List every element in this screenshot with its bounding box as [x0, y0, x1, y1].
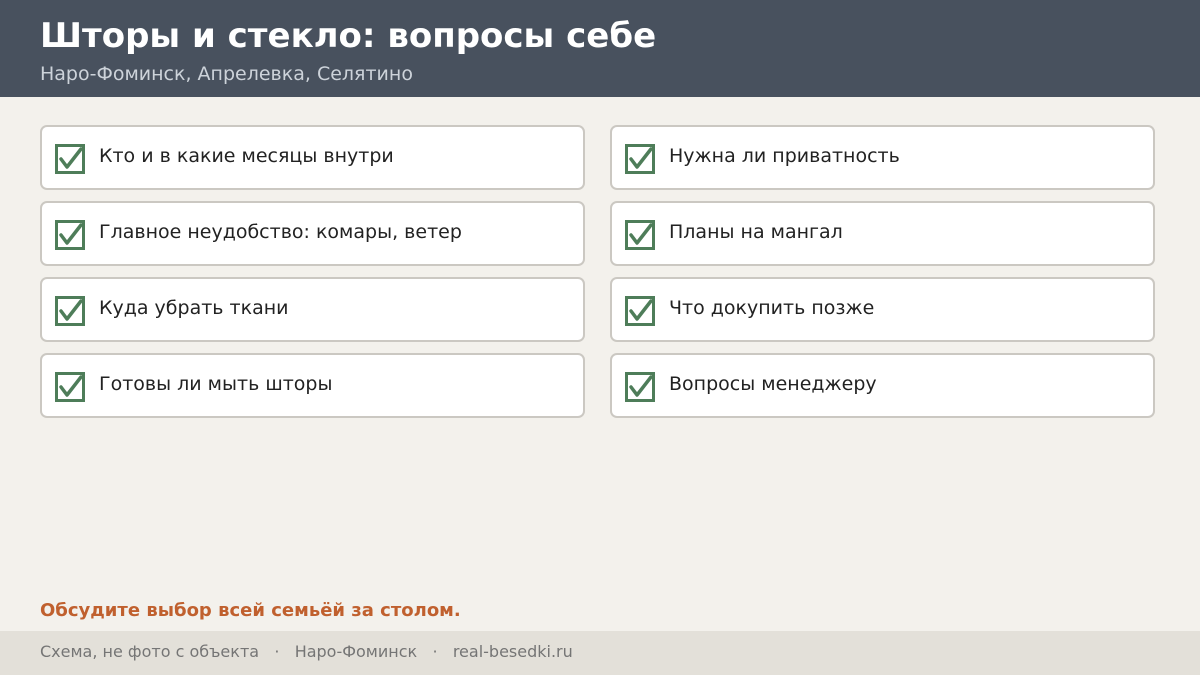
page-title: Шторы и стекло: вопросы себе: [40, 16, 657, 56]
infographic-page: Шторы и стекло: вопросы себе Наро-Фоминс…: [0, 0, 1200, 675]
page-subtitle: Наро-Фоминск, Апрелевка, Селятино: [40, 63, 413, 85]
checklist-item: Планы на мангал: [610, 201, 1155, 266]
checklist-item: Готовы ли мыть шторы: [40, 353, 585, 418]
checklist-item: Вопросы менеджеру: [610, 353, 1155, 418]
checked-checkbox-icon: [55, 144, 85, 174]
checklist-item-label: Куда убрать ткани: [99, 297, 289, 319]
footer-line: Схема, не фото с объекта · Наро-Фоминск …: [40, 641, 573, 663]
footer-separator: ·: [264, 642, 290, 661]
checklist-item: Что докупить позже: [610, 277, 1155, 342]
checklist-item: Кто и в какие месяцы внутри: [40, 125, 585, 190]
checklist-item: Нужна ли приватность: [610, 125, 1155, 190]
footer-caption: Схема, не фото с объекта: [40, 642, 260, 661]
checklist-item-label: Кто и в какие месяцы внутри: [99, 145, 394, 167]
checked-checkbox-icon: [625, 296, 655, 326]
checklist-item-label: Нужна ли приватность: [669, 145, 900, 167]
checklist-item-label: Планы на мангал: [669, 221, 843, 243]
checklist-item: Главное неудобство: комары, ветер: [40, 201, 585, 266]
checklist-grid: Кто и в какие месяцы внутри Нужна ли при…: [40, 125, 1155, 418]
checked-checkbox-icon: [55, 372, 85, 402]
header-bar: Шторы и стекло: вопросы себе Наро-Фоминс…: [0, 0, 1200, 97]
checked-checkbox-icon: [55, 296, 85, 326]
call-to-action-note: Обсудите выбор всей семьёй за столом.: [40, 600, 461, 621]
footer-bar: Схема, не фото с объекта · Наро-Фоминск …: [0, 631, 1200, 675]
footer-site-link[interactable]: real-besedki.ru: [453, 642, 573, 661]
checklist-item: Куда убрать ткани: [40, 277, 585, 342]
checked-checkbox-icon: [625, 144, 655, 174]
footer-separator: ·: [422, 642, 448, 661]
checked-checkbox-icon: [625, 372, 655, 402]
checklist-item-label: Главное неудобство: комары, ветер: [99, 221, 462, 243]
checklist-item-label: Готовы ли мыть шторы: [99, 373, 333, 395]
checklist-item-label: Что докупить позже: [669, 297, 875, 319]
checklist-item-label: Вопросы менеджеру: [669, 373, 877, 395]
footer-city: Наро-Фоминск: [294, 642, 418, 661]
checked-checkbox-icon: [55, 220, 85, 250]
checked-checkbox-icon: [625, 220, 655, 250]
